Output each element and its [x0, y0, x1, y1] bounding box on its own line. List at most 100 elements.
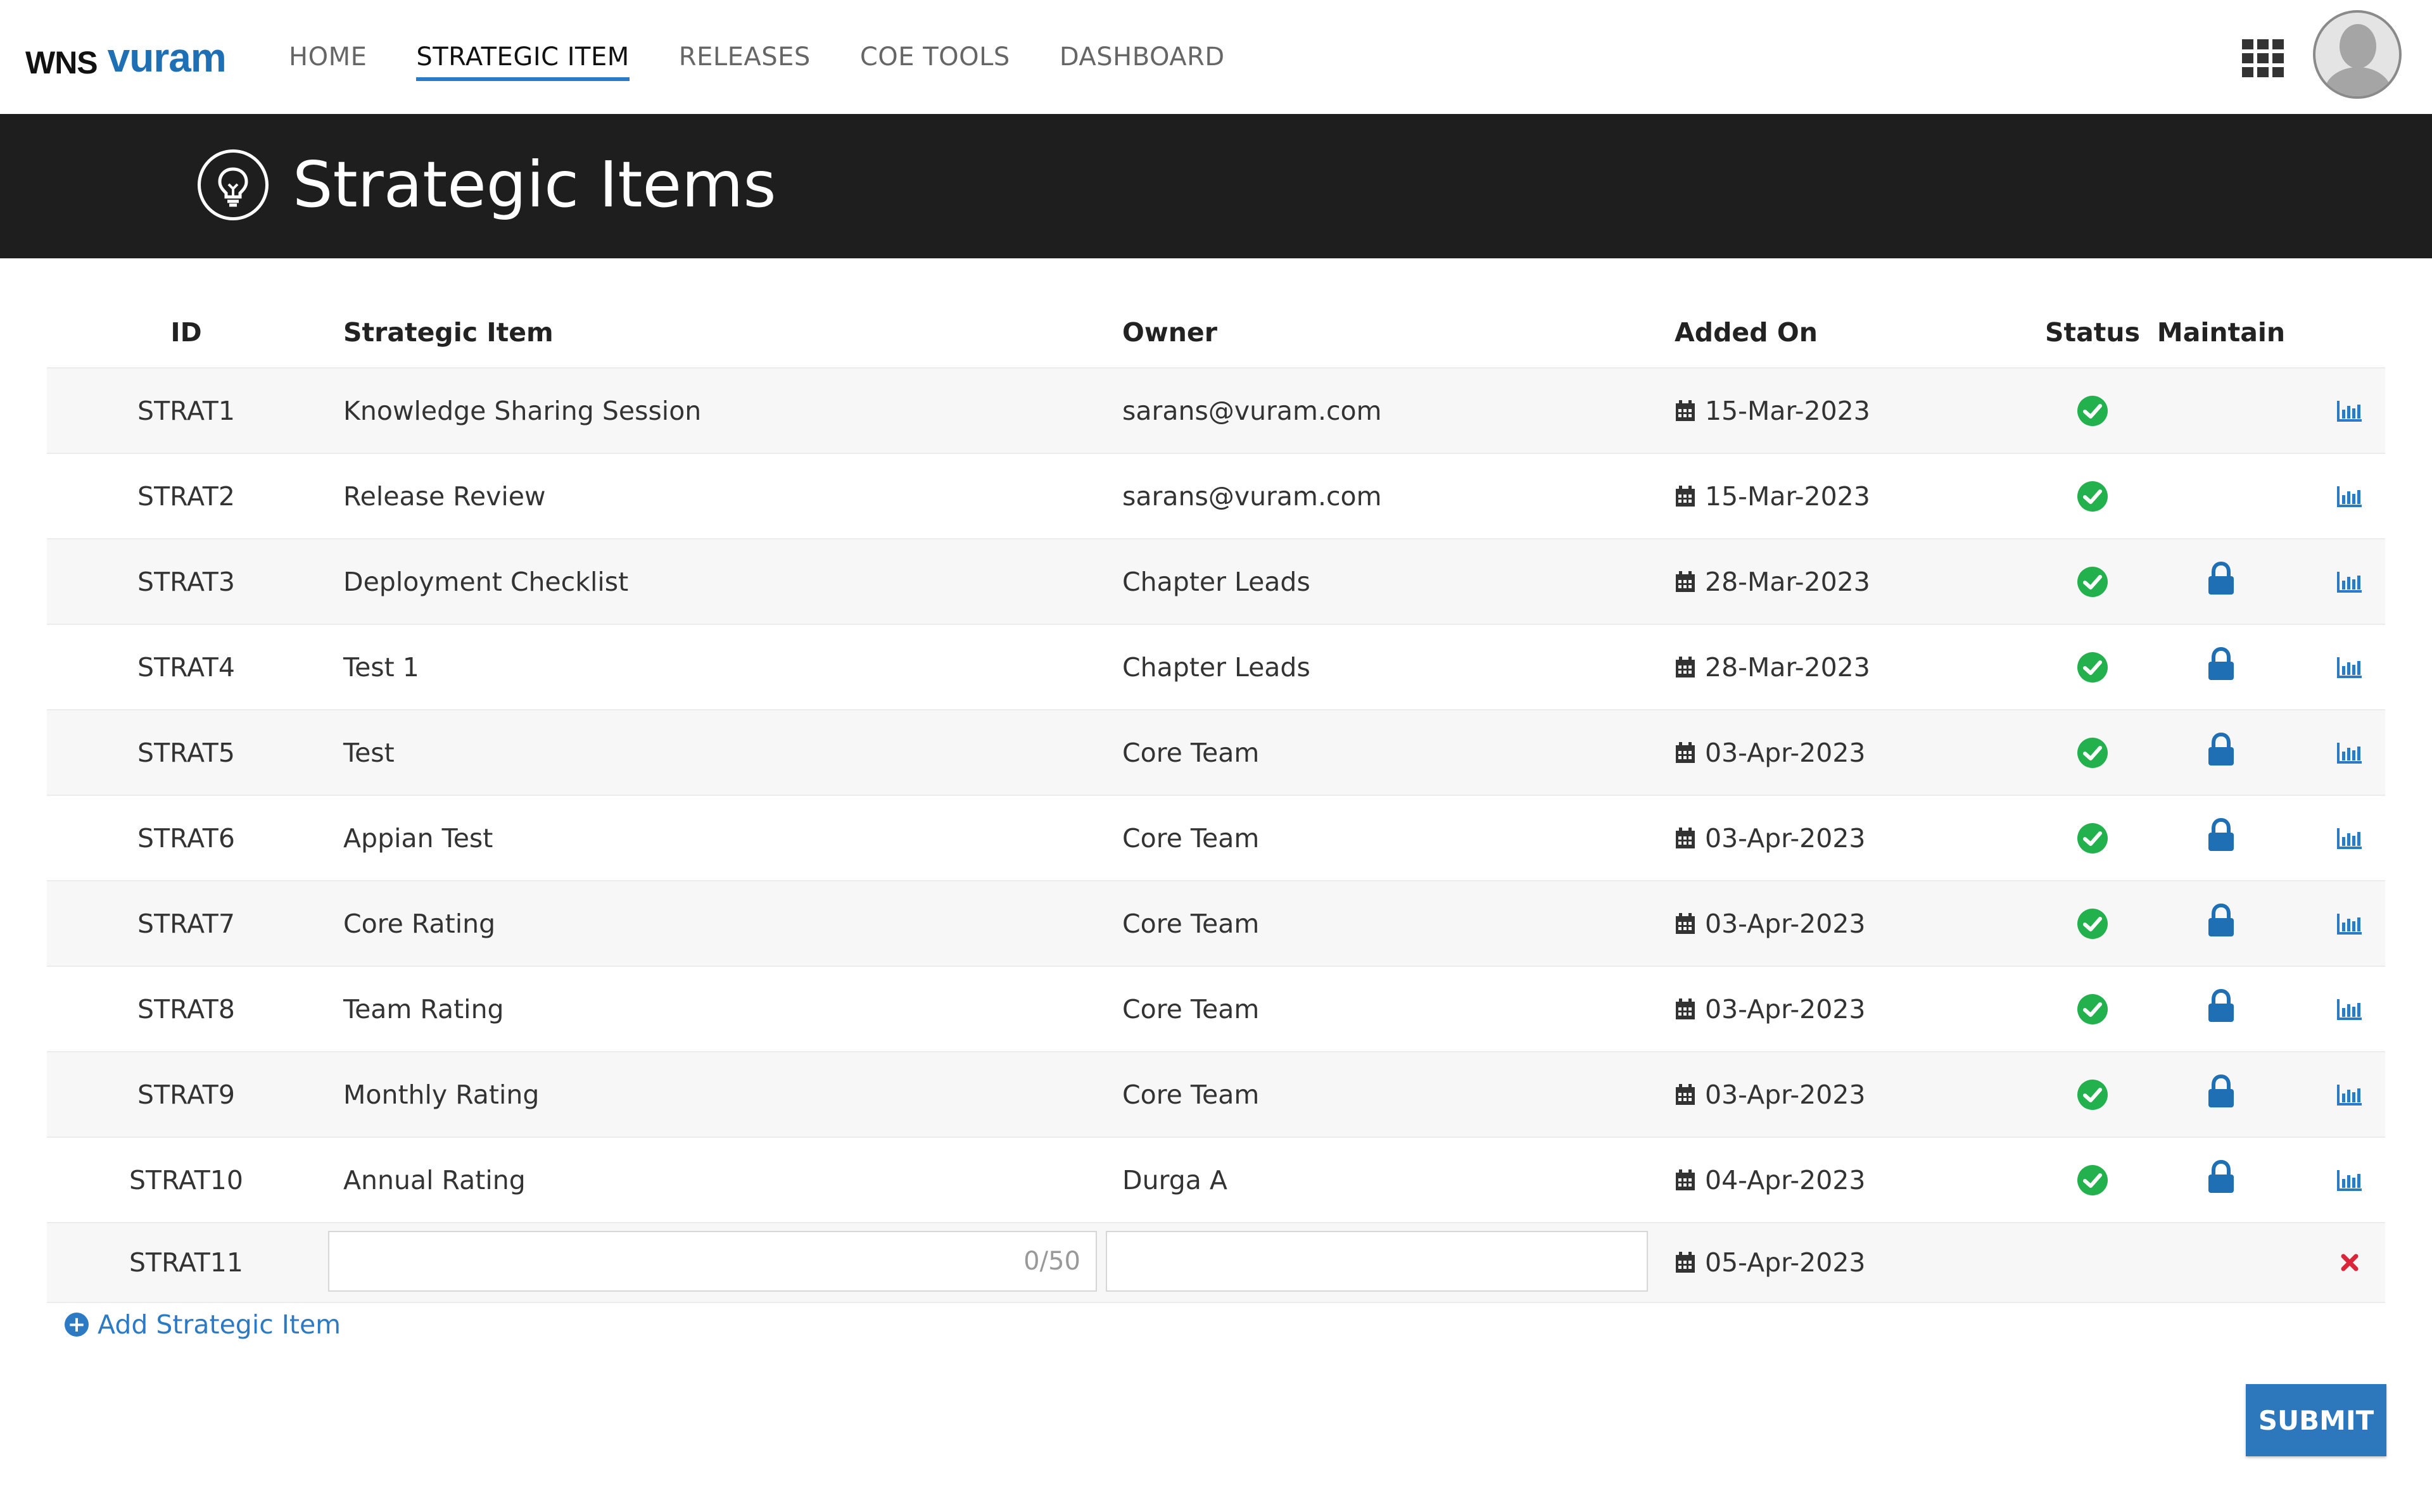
row-item[interactable]: Annual Rating: [343, 1138, 1103, 1222]
logo-wns: WNS: [25, 45, 98, 80]
row-id: STRAT9: [137, 1079, 235, 1110]
status-check-icon: [2036, 967, 2150, 1051]
lock-icon[interactable]: [2207, 817, 2236, 859]
row-date: 28-Mar-2023: [1705, 566, 1870, 597]
maintain-cell: [2148, 625, 2294, 709]
nav-dashboard[interactable]: DASHBOARD: [1060, 0, 1225, 114]
row-item[interactable]: Test: [343, 710, 1103, 795]
row-added-on: 28-Mar-2023: [1675, 539, 2029, 624]
table-row: STRAT9 Monthly Rating Core Team 03-Apr-2023: [47, 1052, 2385, 1138]
add-strategic-item-link[interactable]: + Add Strategic Item: [65, 1309, 341, 1340]
lock-icon[interactable]: [2207, 988, 2236, 1030]
row-added-on: 04-Apr-2023: [1675, 1138, 2029, 1222]
plus-circle-icon: +: [65, 1313, 89, 1337]
row-date: 03-Apr-2023: [1705, 1079, 1866, 1110]
bar-chart-icon[interactable]: [2314, 1138, 2385, 1222]
new-item-row: STRAT11 0/50 05-Apr-2023: [47, 1223, 2385, 1303]
calendar-icon: [1675, 656, 1696, 679]
row-owner: Chapter Leads: [1122, 566, 1310, 597]
user-avatar[interactable]: [2313, 10, 2402, 99]
table-row: STRAT4 Test 1 Chapter Leads 28-Mar-2023: [47, 625, 2385, 710]
row-id: STRAT7: [137, 908, 235, 939]
status-check-icon: [2036, 454, 2150, 538]
bar-chart-icon[interactable]: [2314, 796, 2385, 880]
lock-icon[interactable]: [2207, 1159, 2236, 1200]
row-id: STRAT4: [137, 652, 235, 683]
calendar-icon: [1675, 400, 1696, 422]
lock-icon[interactable]: [2207, 1074, 2236, 1115]
lock-icon[interactable]: [2207, 732, 2236, 773]
table-row: STRAT10 Annual Rating Durga A 04-Apr-2023: [47, 1138, 2385, 1223]
strategic-items-table: ID Strategic Item Owner Added On Status …: [47, 298, 2385, 1303]
row-owner: Durga A: [1122, 1164, 1227, 1195]
bar-chart-icon[interactable]: [2314, 1052, 2385, 1137]
submit-button[interactable]: SUBMIT: [2246, 1384, 2386, 1456]
table-row: STRAT7 Core Rating Core Team 03-Apr-2023: [47, 881, 2385, 967]
row-id: STRAT8: [137, 993, 235, 1024]
app-grid-icon[interactable]: [2242, 39, 2284, 77]
row-added-on: 28-Mar-2023: [1675, 625, 2029, 709]
bar-chart-icon[interactable]: [2314, 625, 2385, 709]
lock-icon[interactable]: [2207, 646, 2236, 688]
table-row: STRAT6 Appian Test Core Team 03-Apr-2023: [47, 796, 2385, 881]
new-row-date: 05-Apr-2023: [1675, 1223, 2029, 1302]
header-maintain: Maintain: [2156, 317, 2286, 348]
row-item[interactable]: Core Rating: [343, 881, 1103, 966]
row-owner: Core Team: [1122, 1079, 1260, 1110]
nav-coe-tools[interactable]: COE TOOLS: [860, 0, 1010, 114]
row-id: STRAT1: [137, 395, 235, 426]
calendar-icon: [1675, 741, 1696, 764]
row-item[interactable]: Appian Test: [343, 796, 1103, 880]
row-owner: sarans@vuram.com: [1122, 395, 1382, 426]
remove-row-icon[interactable]: [2314, 1223, 2385, 1302]
lock-icon[interactable]: [2207, 561, 2236, 602]
header-item: Strategic Item: [343, 317, 554, 348]
row-date: 03-Apr-2023: [1705, 737, 1866, 768]
row-added-on: 03-Apr-2023: [1675, 881, 2029, 966]
brand-logo[interactable]: WNS vuram: [25, 35, 227, 81]
row-item[interactable]: Release Review: [343, 454, 1103, 538]
bar-chart-icon[interactable]: [2314, 539, 2385, 624]
bar-chart-icon[interactable]: [2314, 710, 2385, 795]
maintain-cell: [2148, 539, 2294, 624]
maintain-cell: [2148, 796, 2294, 880]
bar-chart-icon[interactable]: [2314, 967, 2385, 1051]
row-item[interactable]: Test 1: [343, 625, 1103, 709]
bar-chart-icon[interactable]: [2314, 881, 2385, 966]
new-row-id: STRAT11: [129, 1247, 243, 1278]
status-check-icon: [2036, 796, 2150, 880]
status-check-icon: [2036, 710, 2150, 795]
owner-input[interactable]: [1106, 1231, 1648, 1292]
nav-strategic-item[interactable]: STRATEGIC ITEM: [416, 0, 630, 114]
maintain-cell: [2148, 710, 2294, 795]
page-title: Strategic Items: [293, 148, 776, 222]
lock-icon[interactable]: [2207, 903, 2236, 944]
bar-chart-icon[interactable]: [2314, 454, 2385, 538]
row-item[interactable]: Team Rating: [343, 967, 1103, 1051]
row-owner: Core Team: [1122, 908, 1260, 939]
row-added-on: 03-Apr-2023: [1675, 1052, 2029, 1137]
table-row: STRAT1 Knowledge Sharing Session sarans@vu…: [47, 369, 2385, 454]
row-item[interactable]: Monthly Rating: [343, 1052, 1103, 1137]
row-owner: Chapter Leads: [1122, 652, 1310, 683]
row-date: 15-Mar-2023: [1705, 395, 1870, 426]
table-header: ID Strategic Item Owner Added On Status …: [47, 298, 2385, 369]
maintain-cell: [2148, 967, 2294, 1051]
page-banner: Strategic Items: [0, 114, 2432, 258]
row-date: 03-Apr-2023: [1705, 908, 1866, 939]
row-id: STRAT6: [137, 822, 235, 854]
row-date: 03-Apr-2023: [1705, 822, 1866, 854]
row-owner: Core Team: [1122, 822, 1260, 854]
table-row: STRAT3 Deployment Checklist Chapter Leads 2…: [47, 539, 2385, 625]
lightbulb-icon: [198, 149, 269, 220]
nav-home[interactable]: HOME: [289, 0, 367, 114]
row-owner: Core Team: [1122, 993, 1260, 1024]
strategic-item-input[interactable]: 0/50: [328, 1231, 1097, 1292]
date-value: 05-Apr-2023: [1705, 1247, 1866, 1278]
nav-releases[interactable]: RELEASES: [679, 0, 811, 114]
row-item[interactable]: Deployment Checklist: [343, 539, 1103, 624]
status-check-icon: [2036, 369, 2150, 453]
bar-chart-icon[interactable]: [2314, 369, 2385, 453]
row-item[interactable]: Knowledge Sharing Session: [343, 369, 1103, 453]
maintain-cell: [2148, 881, 2294, 966]
